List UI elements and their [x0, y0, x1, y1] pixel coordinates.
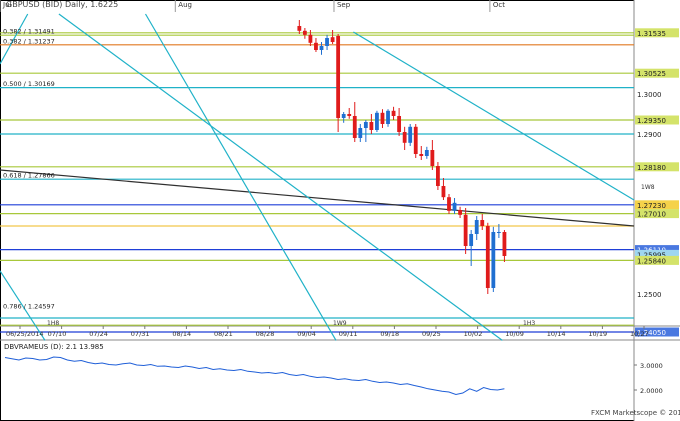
- fib-label: 0.382 / 1.31237: [3, 37, 55, 45]
- candle-bull: [408, 126, 413, 143]
- price-label: 1.31535: [637, 30, 666, 38]
- candle-bull: [375, 112, 379, 130]
- candle-bull: [325, 38, 329, 46]
- date-label: 10/19: [588, 330, 607, 338]
- candle-bear: [397, 116, 402, 132]
- fib-label: 0.382 / 1.31491: [3, 27, 55, 35]
- candle-bear: [302, 30, 307, 35]
- candle-bear: [502, 232, 507, 256]
- candle-bull: [469, 234, 474, 246]
- date-label: 09/25: [422, 330, 441, 338]
- trend-tag: 1W9: [333, 320, 347, 327]
- candle-bull: [363, 122, 368, 128]
- date-label: 08/14: [172, 330, 191, 338]
- brand-label: FXCM Marketscope © 2014: [591, 409, 680, 417]
- date-label: 10/02: [464, 330, 483, 338]
- candle-bear: [463, 214, 468, 246]
- candle-bear: [419, 154, 424, 156]
- date-label: 10/27: [630, 330, 649, 338]
- date-label: 07/31: [131, 330, 150, 338]
- price-label: 1.30525: [637, 70, 666, 78]
- price-label: 1.2900: [637, 131, 662, 139]
- candle-bull: [386, 110, 390, 124]
- candle-bear: [330, 37, 335, 42]
- candle-bear: [430, 150, 435, 166]
- date-label: 08/28: [256, 330, 275, 338]
- trend-tag: 1H8: [47, 320, 59, 327]
- candle-bull: [474, 220, 479, 234]
- date-label: 09/18: [380, 330, 399, 338]
- candle-bear: [391, 110, 396, 116]
- price-label: 1.28180: [637, 164, 666, 172]
- symbol-header: GBPUSD (BID) Daily, 1.6225: [6, 0, 118, 9]
- candle-bull: [496, 232, 501, 233]
- price-label: 1.3000: [637, 91, 662, 99]
- candle-bear: [314, 42, 318, 50]
- month-label: Sep: [337, 1, 351, 9]
- candle-bear: [458, 210, 462, 215]
- candle-bull: [491, 232, 496, 288]
- candle-bull: [424, 150, 429, 156]
- candle-bull: [452, 202, 457, 211]
- price-label: 1.2500: [637, 291, 662, 299]
- date-label: 09/11: [339, 330, 358, 338]
- trend-tag: 1H3: [523, 320, 535, 327]
- sub-right-label: 2.0000: [640, 387, 663, 395]
- date-label: 10/14: [547, 330, 566, 338]
- candle-bear: [347, 114, 352, 116]
- price-label: 1.27010: [637, 211, 666, 219]
- sub-right-label: 3.0000: [640, 362, 663, 370]
- candle-bear: [352, 116, 357, 138]
- candle-bull: [341, 114, 346, 118]
- price-label: 1.27230: [637, 202, 666, 210]
- candle-bear: [480, 220, 485, 226]
- candle-bear: [447, 197, 451, 211]
- candle-bear: [485, 226, 490, 288]
- candle-bear: [336, 36, 341, 118]
- date-label: 08/21: [214, 330, 233, 338]
- trend-tag: 1W8: [641, 184, 655, 191]
- fib-label: 0.500 / 1.30169: [3, 80, 55, 88]
- date-label: 06/25/2014: [6, 330, 43, 338]
- candle-bear: [402, 132, 407, 143]
- sub-indicator-label: DBVRAMEUS (D): 2.1 13.985: [4, 343, 104, 351]
- candle-bear: [380, 112, 385, 124]
- candle-bear: [369, 122, 374, 130]
- date-label: 09/04: [297, 330, 316, 338]
- candle-bull: [319, 46, 324, 50]
- candle-bull: [358, 128, 363, 138]
- price-label: 1.25840: [637, 257, 666, 265]
- price-label: 1.29350: [637, 117, 666, 125]
- fib-label: 0.786 / 1.24597: [3, 303, 55, 311]
- date-label: 07/24: [89, 330, 108, 338]
- candle-bear: [297, 26, 302, 31]
- month-label: Oct: [493, 1, 505, 9]
- fib-label: 0.618 / 1.27866: [3, 172, 55, 180]
- month-label: Aug: [178, 1, 192, 9]
- candle-bear: [436, 166, 440, 186]
- candle-bear: [308, 34, 313, 43]
- date-label: 07/10: [48, 330, 67, 338]
- chart: Jul Aug Sep Oct 1H8 1W9 1H31W8 1.315351.30525…: [0, 0, 680, 421]
- date-label: 10/09: [505, 330, 524, 338]
- candle-bear: [413, 126, 418, 154]
- candle-bear: [441, 186, 446, 198]
